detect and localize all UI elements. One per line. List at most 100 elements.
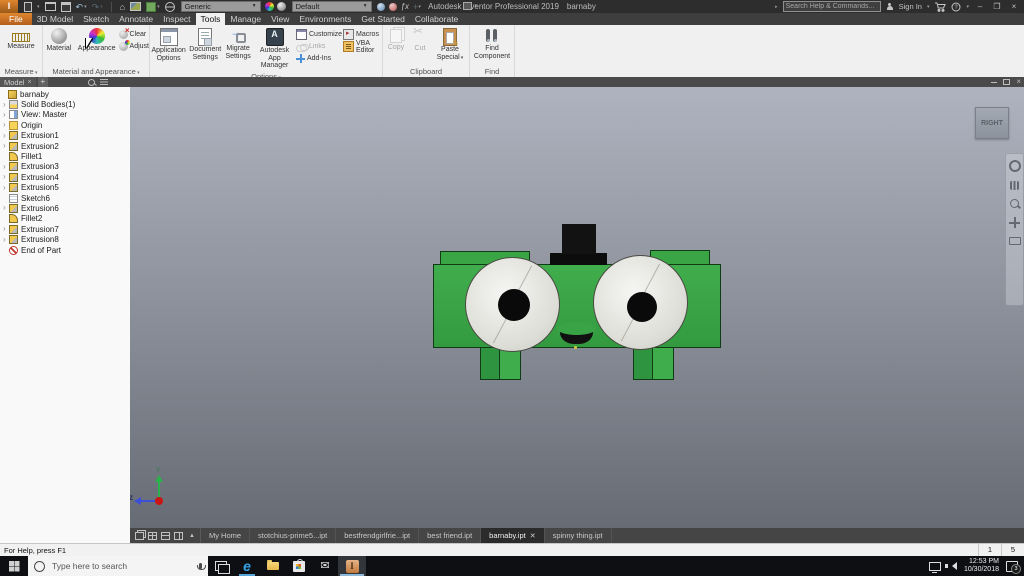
vba-editor-button[interactable]: VBA Editor xyxy=(343,40,382,54)
clear-button[interactable]: Clear xyxy=(118,26,149,40)
tree-item[interactable]: Sketch6 xyxy=(0,193,130,203)
display-icon[interactable] xyxy=(928,561,941,573)
appearance-select[interactable]: Default ▼ xyxy=(291,1,372,12)
sign-in-dropdown-icon[interactable]: ▾ xyxy=(927,4,930,10)
microphone-icon[interactable] xyxy=(196,563,206,570)
customize-button[interactable]: Customize xyxy=(296,29,342,40)
doc-minimize-icon[interactable] xyxy=(991,81,998,83)
undo-dropdown-icon[interactable]: ▾ xyxy=(84,4,87,10)
close-icon[interactable]: × xyxy=(27,79,31,86)
split-vertical-icon[interactable] xyxy=(174,531,183,540)
tree-item[interactable]: Origin xyxy=(0,120,130,130)
paste-special-button[interactable]: Paste Special▾ xyxy=(432,27,468,63)
viewcube[interactable]: RIGHT xyxy=(975,107,1009,139)
appearance-clear-icon[interactable] xyxy=(388,2,397,11)
open-icon[interactable] xyxy=(44,2,56,11)
model-pupil-left[interactable] xyxy=(498,289,530,321)
ribbon-tab[interactable]: View xyxy=(266,13,294,25)
tree-item[interactable]: Extrusion5 xyxy=(0,183,130,193)
ribbon-tab[interactable]: Manage xyxy=(225,13,266,25)
help-dropdown-icon[interactable]: ▾ xyxy=(966,4,969,10)
tree-item[interactable]: Extrusion2 xyxy=(0,141,130,151)
ribbon-tab[interactable]: Sketch xyxy=(78,13,114,25)
mail-button[interactable]: ✉ xyxy=(312,556,338,576)
help-icon[interactable]: ? xyxy=(951,2,961,12)
tree-item[interactable]: Fillet2 xyxy=(0,214,130,224)
redo-icon[interactable]: ↷ xyxy=(92,2,100,12)
ribbon-tab[interactable]: Get Started xyxy=(356,13,409,25)
task-view-button[interactable] xyxy=(208,556,234,576)
doc-close-icon[interactable]: × xyxy=(1016,78,1021,86)
taskbar-clock[interactable]: 12:53 PM 10/30/2018 xyxy=(964,558,999,574)
appearance-button[interactable]: Appearance xyxy=(76,27,118,54)
sign-in-button[interactable]: Sign In xyxy=(899,2,922,11)
undo-icon[interactable]: ↶ xyxy=(76,2,84,12)
document-tab[interactable]: barnaby.ipt ✕ xyxy=(481,528,545,543)
material-group-label[interactable]: Material and Appearance xyxy=(43,66,149,77)
model-leg[interactable] xyxy=(652,347,674,380)
tree-item[interactable]: Extrusion6 xyxy=(0,203,130,213)
viewport-3d[interactable]: RIGHT Y Z xyxy=(130,87,1024,528)
store-button[interactable] xyxy=(286,556,312,576)
ribbon-tab[interactable]: Inspect xyxy=(158,13,195,25)
document-tab[interactable]: My Home ✕ xyxy=(201,528,251,543)
taskbar-search[interactable] xyxy=(28,556,208,576)
appearance-gallery-icon[interactable] xyxy=(130,2,142,11)
orbit-icon[interactable] xyxy=(1009,217,1020,228)
app-manager-button[interactable]: Autodesk App Manager xyxy=(254,27,295,71)
document-tab[interactable]: spinny thing.ipt ✕ xyxy=(545,528,612,543)
user-avatar-icon[interactable] xyxy=(886,2,894,11)
application-options-button[interactable]: Application Options xyxy=(150,27,187,63)
look-at-icon[interactable] xyxy=(1008,237,1021,245)
edge-button[interactable]: e xyxy=(234,556,260,576)
start-button[interactable] xyxy=(0,556,28,576)
model-leg[interactable] xyxy=(480,347,500,380)
zoom-icon[interactable] xyxy=(1010,199,1019,208)
tree-item[interactable]: Extrusion1 xyxy=(0,131,130,141)
doc-restore-icon[interactable] xyxy=(1003,79,1011,85)
model-hat-brim[interactable] xyxy=(550,253,607,265)
cut-button[interactable]: Cut xyxy=(409,27,431,54)
measure-group-label[interactable]: Measure xyxy=(0,66,42,77)
ribbon-tab[interactable]: 3D Model xyxy=(32,13,78,25)
document-tab[interactable]: best friend.ipt ✕ xyxy=(419,528,482,543)
model-hat-crown[interactable] xyxy=(562,224,596,254)
panel-menu-icon[interactable] xyxy=(100,79,109,85)
model-pupil-right[interactable] xyxy=(627,292,657,322)
adjust-button[interactable]: Adjust xyxy=(118,40,149,52)
inventor-taskbar-button[interactable]: I xyxy=(338,556,366,576)
close-button[interactable]: × xyxy=(1008,2,1020,11)
redo-dropdown-icon[interactable]: ▾ xyxy=(100,4,103,10)
material-button[interactable]: Material xyxy=(43,27,75,54)
tree-item[interactable]: Extrusion7 xyxy=(0,224,130,234)
notification-icon[interactable]: 3 xyxy=(1006,560,1021,574)
new-file-icon[interactable] xyxy=(24,1,32,12)
ribbon-tab[interactable]: File xyxy=(0,13,32,25)
file-explorer-button[interactable] xyxy=(260,556,286,576)
tile-windows-icon[interactable] xyxy=(148,531,157,540)
tree-item[interactable]: Extrusion8 xyxy=(0,234,130,245)
add-panel-tab[interactable]: + xyxy=(37,77,49,87)
new-file-dropdown-icon[interactable]: ▾ xyxy=(37,4,40,10)
ribbon-tab[interactable]: Annotate xyxy=(114,13,158,25)
expand-search-icon[interactable]: ▸ xyxy=(775,4,778,10)
model-panel-tab[interactable]: Model × xyxy=(0,77,36,87)
close-icon[interactable]: ✕ xyxy=(530,532,536,540)
material-sphere-icon[interactable] xyxy=(276,2,286,11)
speaker-icon[interactable] xyxy=(944,562,957,570)
tree-item[interactable]: End of Part xyxy=(0,245,130,255)
macros-button[interactable]: Macros xyxy=(343,29,382,40)
appearance-adjust-icon[interactable] xyxy=(376,2,385,11)
navigation-wheel-icon[interactable] xyxy=(1008,160,1021,172)
migrate-settings-button[interactable]: Migrate Settings xyxy=(223,27,253,61)
tree-item[interactable]: Solid Bodies(1) xyxy=(0,99,130,110)
tree-item[interactable]: barnaby xyxy=(0,89,130,99)
cart-icon[interactable] xyxy=(934,2,947,12)
copy-button[interactable]: Copy xyxy=(384,27,408,53)
document-settings-button[interactable]: Document Settings xyxy=(188,27,222,62)
measure-button[interactable]: Measure xyxy=(6,27,35,52)
minimize-button[interactable]: – xyxy=(974,2,986,11)
ribbon-display-toggle[interactable]: ▾ xyxy=(463,2,477,10)
cascade-windows-icon[interactable] xyxy=(135,531,144,540)
ribbon-tab[interactable]: Tools xyxy=(195,13,226,25)
